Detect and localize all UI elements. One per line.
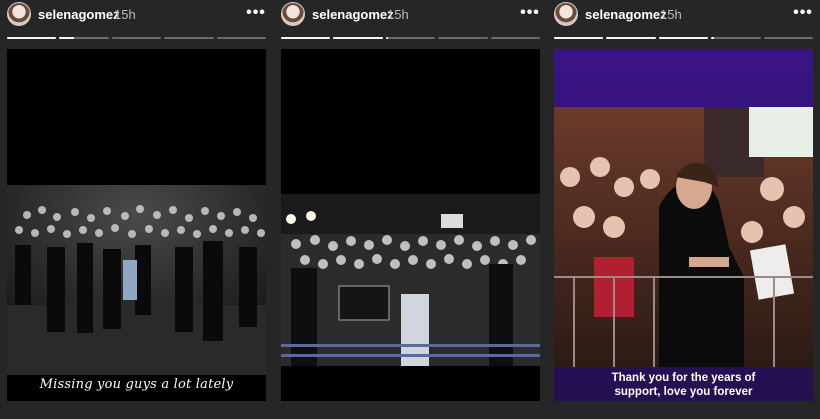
story-header: selenagomez 15h •••	[7, 0, 266, 30]
story-media[interactable]: Missing you guys a lot lately	[7, 49, 266, 401]
story-card[interactable]: selenagomez 15h •••	[281, 0, 541, 419]
progress-segment	[216, 37, 267, 39]
progress-segment	[281, 37, 331, 39]
progress-segment	[164, 37, 214, 39]
progress-segment	[333, 37, 383, 39]
progress-segment	[711, 37, 761, 39]
timestamp: 15h	[387, 7, 409, 22]
progress-segment	[554, 37, 604, 39]
progress-segment-fill	[711, 37, 714, 39]
progress-segment-fill	[59, 37, 75, 39]
progress-segment-fill	[606, 37, 656, 39]
username[interactable]: selenagomez	[38, 7, 120, 22]
story-header: selenagomez 15h •••	[554, 0, 813, 30]
progress-segment	[7, 37, 57, 39]
story-media[interactable]: Thank you for the years of support, love…	[554, 49, 813, 401]
progress-segment	[658, 37, 709, 39]
progress-segment-fill	[333, 37, 383, 39]
story-media[interactable]	[281, 49, 540, 401]
progress-segment	[763, 37, 814, 39]
progress-segment	[111, 37, 162, 39]
fans-barricade-photo	[281, 194, 540, 366]
more-horizontal-icon[interactable]: •••	[520, 4, 540, 22]
concert-crowd-photo	[7, 185, 266, 375]
username[interactable]: selenagomez	[312, 7, 394, 22]
progress-segment	[59, 37, 109, 39]
progress-segment	[490, 37, 541, 39]
story-card[interactable]: selenagomez 15h •••	[7, 0, 267, 419]
progress-segment-fill	[554, 37, 604, 39]
progress-segment-fill	[7, 37, 57, 39]
story-progress-bar	[7, 37, 267, 39]
progress-segment	[385, 37, 436, 39]
more-horizontal-icon[interactable]: •••	[793, 4, 813, 22]
meet-and-greet-photo	[554, 107, 813, 367]
avatar[interactable]	[7, 2, 31, 26]
timestamp: 15h	[660, 7, 682, 22]
story-progress-bar	[554, 37, 814, 39]
progress-segment-fill	[658, 37, 709, 39]
progress-segment	[606, 37, 656, 39]
progress-segment-fill	[281, 37, 331, 39]
avatar[interactable]	[554, 2, 578, 26]
story-header: selenagomez 15h •••	[281, 0, 540, 30]
progress-segment	[438, 37, 488, 39]
story-caption: Missing you guys a lot lately	[39, 377, 234, 392]
timestamp: 15h	[114, 7, 136, 22]
story-caption: Thank you for the years of support, love…	[611, 372, 756, 398]
more-horizontal-icon[interactable]: •••	[246, 4, 266, 22]
progress-segment-fill	[385, 37, 389, 39]
story-card[interactable]: selenagomez 15h •••	[554, 0, 814, 419]
story-progress-bar	[281, 37, 541, 39]
username[interactable]: selenagomez	[585, 7, 667, 22]
avatar[interactable]	[281, 2, 305, 26]
